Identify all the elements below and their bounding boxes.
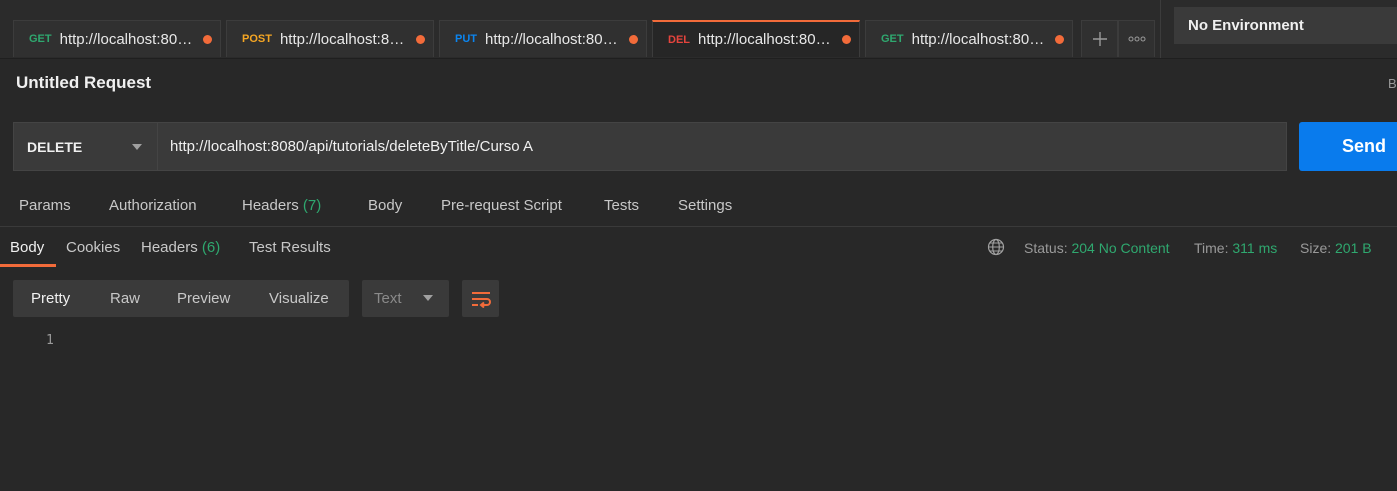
more-dots-icon [1128,36,1145,42]
tab-headers[interactable]: Headers (7) [242,197,321,214]
request-tab-4-active[interactable]: DEL http://localhost:8080... [652,20,860,57]
url-input[interactable]: http://localhost:8080/api/tutorials/dele… [158,122,1287,171]
tab-method: PUT [455,33,477,45]
response-headers-label: Headers [141,239,198,256]
send-button[interactable]: Send [1299,122,1397,171]
response-tabs: Body Cookies Headers (6) Test Results St… [0,228,1397,268]
unsaved-indicator-icon [416,34,425,44]
time-value: 311 ms [1232,240,1278,256]
size-label: Size: [1300,240,1332,256]
tab-method: GET [881,33,904,45]
headers-count: (7) [302,197,322,214]
wrap-lines-button[interactable] [462,280,499,317]
wrap-lines-icon [471,291,491,308]
view-visualize-button[interactable]: Visualize [269,280,329,317]
format-value: Text [374,290,402,307]
tab-method: GET [29,33,52,45]
request-tab-3[interactable]: PUT http://localhost:8080... [439,20,647,57]
format-select[interactable]: Text [362,280,449,317]
new-tab-button[interactable] [1081,20,1118,57]
line-number: 1 [46,333,54,348]
chevron-down-icon [423,295,433,301]
size-value: 201 B [1335,240,1372,256]
request-tab-bar: GET http://localhost:8080... POST http:/… [0,0,1397,59]
response-headers-count: (6) [201,239,221,256]
tab-headers-label: Headers [242,197,299,214]
method-value: DELETE [27,138,83,155]
chevron-down-icon [132,144,142,150]
tab-method: DEL [668,33,690,46]
request-title[interactable]: Untitled Request [16,73,151,93]
view-preview-button[interactable]: Preview [177,280,230,317]
request-tabs: Params Authorization Headers (7) Body Pr… [0,186,1397,227]
request-tab-1[interactable]: GET http://localhost:8080... [13,20,221,57]
unsaved-indicator-icon [203,34,212,44]
size-readout: Size: 201 B [1300,240,1372,256]
time-label: Time: [1194,240,1229,256]
unsaved-indicator-icon [629,34,638,44]
response-tab-cookies[interactable]: Cookies [66,239,120,256]
request-tab-2[interactable]: POST http://localhost:808... [226,20,434,57]
view-pretty-button[interactable]: Pretty [31,280,70,317]
tab-method: POST [242,33,272,45]
tab-url: http://localhost:808... [279,30,412,48]
time-readout: Time: 311 ms [1194,240,1277,256]
tab-url: http://localhost:8080... [911,30,1051,48]
status-readout: Status: 204 No Content [1024,240,1170,256]
tab-prerequest-script[interactable]: Pre-request Script [441,197,562,214]
tab-url: http://localhost:8080... [59,30,199,48]
globe-icon[interactable] [987,238,1005,256]
environment-selector[interactable]: No Environment [1174,7,1397,44]
status-label: Status: [1024,240,1068,256]
response-tab-headers[interactable]: Headers (6) [141,239,220,256]
send-label: Send [1342,136,1387,156]
plus-icon [1092,32,1107,46]
truncated-label: B [1388,76,1397,91]
tab-settings[interactable]: Settings [678,197,732,214]
tab-url: http://localhost:8080... [698,31,838,48]
tab-url: http://localhost:8080... [485,30,625,48]
response-tab-body[interactable]: Body [10,239,44,256]
view-raw-button[interactable]: Raw [110,280,140,317]
more-tabs-button[interactable] [1118,20,1155,57]
response-tab-test-results[interactable]: Test Results [249,239,331,256]
url-value: http://localhost:8080/api/tutorials/dele… [170,138,533,155]
request-tab-5[interactable]: GET http://localhost:8080... [865,20,1073,57]
tab-tests[interactable]: Tests [604,197,639,214]
status-value: 204 No Content [1071,240,1170,256]
method-select[interactable]: DELETE [13,122,158,171]
divider [1160,0,1161,58]
unsaved-indicator-icon [1055,34,1064,44]
tab-authorization[interactable]: Authorization [109,197,197,214]
tab-body[interactable]: Body [368,197,402,214]
active-tab-indicator [0,264,56,267]
view-mode-group: Pretty Raw Preview Visualize [13,280,349,317]
environment-label: No Environment [1188,17,1304,34]
tab-params[interactable]: Params [19,197,71,214]
unsaved-indicator-icon [842,35,851,44]
